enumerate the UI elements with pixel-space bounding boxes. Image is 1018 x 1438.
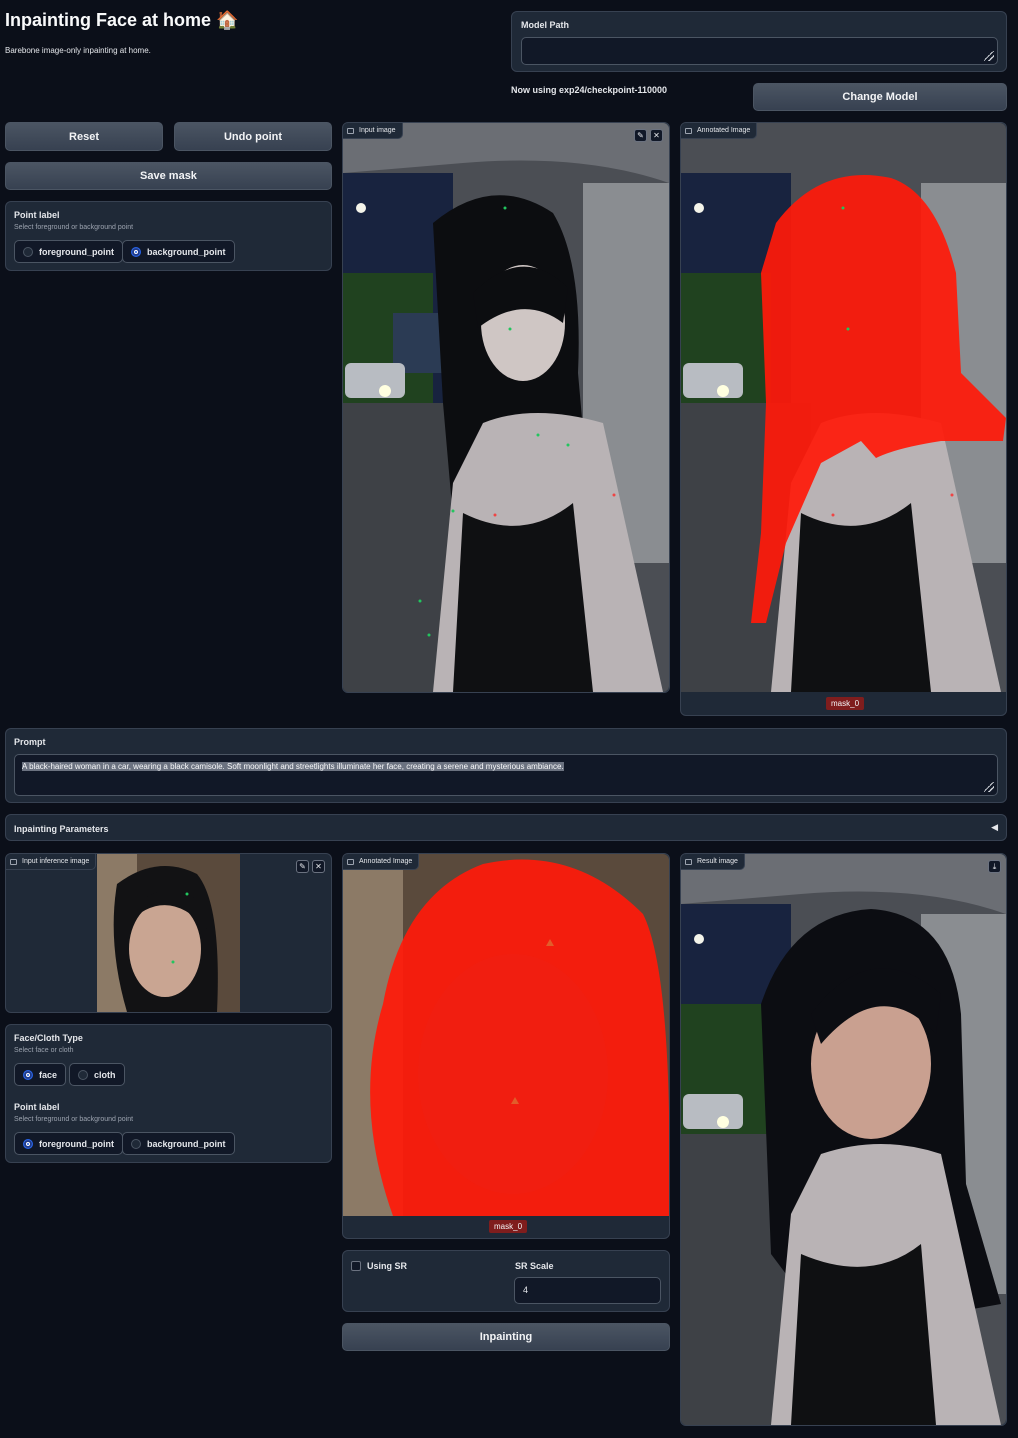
prompt-panel: Prompt A black-haired woman in a car, we…	[5, 728, 1007, 803]
prompt-label: Prompt	[14, 737, 46, 747]
input-inference-image-label: Input inference image	[22, 858, 90, 865]
mask-badge[interactable]: mask_0	[489, 1220, 528, 1233]
radio-dot-selected	[131, 246, 141, 257]
title-text: Inpainting Face at home	[5, 10, 212, 30]
annotated-image-tag: Annotated Image	[343, 854, 420, 870]
image-icon	[347, 127, 354, 134]
pencil-icon[interactable]: ✎	[296, 860, 309, 873]
point-label-hint: Select foreground or background point	[14, 1116, 134, 1123]
sr-scale-value: 4	[523, 1285, 529, 1295]
checkbox-box[interactable]	[351, 1261, 361, 1271]
radio-background-point[interactable]: background_point	[122, 240, 235, 263]
resize-handle-icon[interactable]	[984, 51, 994, 61]
radio-background-point[interactable]: background_point	[122, 1132, 235, 1155]
annotated-scene-image	[681, 123, 1006, 692]
result-image-label: Result image	[697, 858, 738, 865]
sr-scale-label: SR Scale	[515, 1261, 554, 1271]
radio-foreground-point[interactable]: foreground_point	[14, 240, 123, 263]
image-icon	[685, 127, 692, 134]
radio-label: face	[39, 1069, 58, 1080]
using-sr-label: Using SR	[367, 1261, 408, 1271]
reset-button[interactable]: Reset	[5, 122, 163, 151]
input-inference-image-tag: Input inference image	[6, 854, 97, 870]
model-path-input[interactable]	[521, 37, 998, 65]
annotated-image-label: Annotated Image	[359, 858, 413, 865]
face-cloth-hint: Select face or cloth	[14, 1047, 74, 1054]
radio-label: background_point	[147, 1138, 226, 1149]
close-icon[interactable]: ✕	[650, 129, 663, 142]
download-icon[interactable]: ⤓	[988, 860, 1001, 873]
model-path-label: Model Path	[521, 20, 570, 30]
annotated-image-label: Annotated Image	[697, 127, 751, 134]
radio-face[interactable]: face	[14, 1063, 67, 1086]
model-path-panel: Model Path	[511, 11, 1007, 72]
result-scene-image	[681, 854, 1006, 1425]
annotated-image-panel-top: Annotated Image mask_0	[680, 122, 1007, 716]
radio-label: foreground_point	[39, 246, 114, 257]
annotated-image-tag: Annotated Image	[681, 123, 758, 139]
prompt-input[interactable]: A black-haired woman in a car, wearing a…	[14, 754, 998, 796]
annotated-image	[681, 123, 1006, 692]
input-inference-image-panel: Input inference image ✎ ✕	[5, 853, 332, 1013]
sr-panel: Using SR SR Scale 4	[342, 1250, 670, 1312]
radio-cloth[interactable]: cloth	[69, 1063, 125, 1086]
input-image[interactable]	[343, 123, 669, 692]
pencil-icon[interactable]: ✎	[634, 129, 647, 142]
radio-dot	[78, 1069, 88, 1080]
car-scene-image	[343, 123, 669, 692]
radio-dot	[23, 246, 33, 257]
result-image-tag: Result image	[681, 854, 745, 870]
using-sr-checkbox[interactable]: Using SR	[351, 1261, 407, 1271]
face-crop-image	[97, 854, 240, 1012]
image-icon	[685, 858, 692, 865]
inpainting-parameters-label: Inpainting Parameters	[14, 824, 109, 834]
close-icon[interactable]: ✕	[312, 860, 325, 873]
page-subtitle: Barebone image-only inpainting at home.	[5, 46, 151, 55]
radio-foreground-point[interactable]: foreground_point	[14, 1132, 123, 1155]
annotated-image-panel-bottom: Annotated Image mask_0	[342, 853, 670, 1239]
collapse-arrow-icon[interactable]: ◀	[991, 822, 998, 833]
annotated-face-image	[343, 854, 669, 1216]
face-cloth-title: Face/Cloth Type	[14, 1033, 83, 1043]
result-image-panel: Result image ⤓	[680, 853, 1007, 1426]
face-cloth-panel: Face/Cloth Type Select face or cloth fac…	[5, 1024, 332, 1163]
undo-point-button[interactable]: Undo point	[174, 122, 332, 151]
change-model-button[interactable]: Change Model	[753, 83, 1007, 111]
radio-label: background_point	[147, 246, 226, 257]
image-icon	[10, 858, 17, 865]
point-label-panel-top: Point label Select foreground or backgro…	[5, 201, 332, 271]
point-label-title: Point label	[14, 1102, 60, 1112]
resize-handle-icon[interactable]	[984, 782, 994, 792]
house-icon: 🏠	[216, 10, 239, 30]
radio-dot	[131, 1138, 141, 1149]
mask-badge[interactable]: mask_0	[826, 697, 865, 710]
point-label-hint: Select foreground or background point	[14, 224, 134, 231]
point-label-title: Point label	[14, 210, 60, 220]
input-image-tag: Input image	[343, 123, 403, 139]
save-mask-button[interactable]: Save mask	[5, 162, 332, 190]
radio-dot-selected	[23, 1069, 33, 1080]
sr-scale-input[interactable]: 4	[514, 1277, 661, 1304]
radio-label: cloth	[94, 1069, 116, 1080]
radio-label: foreground_point	[39, 1138, 114, 1149]
radio-dot-selected	[23, 1138, 33, 1149]
model-status: Now using exp24/checkpoint-110000	[511, 85, 668, 95]
inpainting-button[interactable]: Inpainting	[342, 1323, 670, 1351]
image-icon	[347, 858, 354, 865]
result-image	[681, 854, 1006, 1425]
annotated-face-svg	[343, 854, 669, 1216]
page-title: Inpainting Face at home 🏠	[5, 10, 238, 31]
input-image-label: Input image	[359, 127, 396, 134]
inpainting-parameters-accordion[interactable]: Inpainting Parameters ◀	[5, 814, 1007, 841]
input-inference-image[interactable]	[97, 854, 240, 1012]
prompt-text: A black-haired woman in a car, wearing a…	[22, 762, 564, 771]
input-image-panel: Input image ✎ ✕	[342, 122, 670, 693]
